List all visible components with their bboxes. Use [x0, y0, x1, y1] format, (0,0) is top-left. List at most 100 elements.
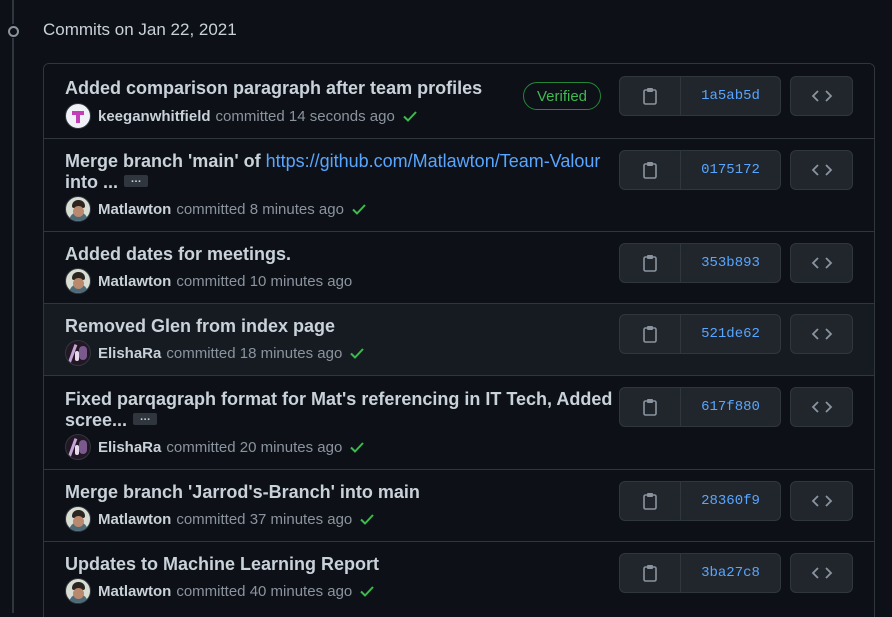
- code-icon: [811, 328, 832, 340]
- commit-meta: Matlawton committed 8 minutes ago: [65, 196, 367, 222]
- commit-sha-link[interactable]: 521de62: [681, 315, 780, 353]
- copy-sha-button[interactable]: [620, 244, 681, 282]
- author-link[interactable]: ElishaRa: [98, 345, 161, 362]
- check-icon[interactable]: [349, 439, 365, 455]
- commit-time: committed 37 minutes ago: [176, 510, 353, 528]
- commit-sha-link[interactable]: 0175172: [681, 151, 780, 189]
- browse-repo-button[interactable]: [790, 553, 853, 593]
- commit-message-link[interactable]: Merge branch 'Jarrod's-Branch' into main: [65, 482, 420, 503]
- code-icon: [811, 90, 832, 102]
- commit-time: committed 20 minutes ago: [166, 438, 343, 456]
- commit-time: committed 40 minutes ago: [176, 582, 353, 600]
- author-link[interactable]: Matlawton: [98, 511, 171, 528]
- expand-message-button[interactable]: …: [133, 412, 158, 426]
- commit-row: Merge branch 'Jarrod's-Branch' into main…: [44, 469, 874, 541]
- commit-message-link[interactable]: Removed Glen from index page: [65, 316, 335, 337]
- code-icon: [811, 401, 832, 413]
- commit-sha-link[interactable]: 28360f9: [681, 482, 780, 520]
- commit-group-title: Commits on Jan 22, 2021: [43, 20, 237, 39]
- code-icon: [811, 567, 832, 579]
- check-icon[interactable]: [349, 345, 365, 361]
- browse-repo-button[interactable]: [790, 243, 853, 283]
- author-link[interactable]: keeganwhitfield: [98, 108, 211, 125]
- timeline-line: [12, 0, 14, 613]
- commit-row: Updates to Machine Learning Report Matla…: [44, 541, 874, 617]
- clipboard-icon: [643, 399, 657, 416]
- commit-meta: Matlawton committed 10 minutes ago: [65, 268, 352, 294]
- commit-row: Fixed parqagraph format for Mat's refere…: [44, 375, 874, 469]
- author-link[interactable]: Matlawton: [98, 201, 171, 218]
- commit-message-url-link[interactable]: https://github.com/Matlawton/Team-Valour: [266, 151, 601, 171]
- browse-repo-button[interactable]: [790, 150, 853, 190]
- commit-row: Added dates for meetings. Matlawton comm…: [44, 231, 874, 303]
- clipboard-icon: [643, 493, 657, 510]
- commit-message-link[interactable]: Added dates for meetings.: [65, 244, 291, 265]
- commit-meta: Matlawton committed 37 minutes ago: [65, 506, 375, 532]
- commit-message-text[interactable]: Merge branch 'main' of: [65, 151, 266, 171]
- author-link[interactable]: Matlawton: [98, 273, 171, 290]
- author-link[interactable]: Matlawton: [98, 583, 171, 600]
- sha-button-group: 3ba27c8: [619, 553, 781, 593]
- avatar[interactable]: [65, 268, 91, 294]
- commit-meta: keeganwhitfield committed 14 seconds ago: [65, 103, 418, 129]
- browse-repo-button[interactable]: [790, 481, 853, 521]
- sha-button-group: 0175172: [619, 150, 781, 190]
- clipboard-icon: [643, 565, 657, 582]
- check-icon[interactable]: [402, 108, 418, 124]
- copy-sha-button[interactable]: [620, 315, 681, 353]
- copy-sha-button[interactable]: [620, 151, 681, 189]
- commit-message-link[interactable]: Fixed parqagraph format for Mat's refere…: [65, 389, 612, 410]
- commit-time: committed 18 minutes ago: [166, 344, 343, 362]
- commit-time: committed 10 minutes ago: [176, 272, 353, 290]
- commit-row: Removed Glen from index page ElishaRa co…: [44, 303, 874, 375]
- avatar[interactable]: [65, 506, 91, 532]
- clipboard-icon: [643, 162, 657, 179]
- sha-button-group: 1a5ab5d: [619, 76, 781, 116]
- verified-badge[interactable]: Verified: [523, 82, 601, 110]
- check-icon[interactable]: [359, 511, 375, 527]
- author-link[interactable]: ElishaRa: [98, 439, 161, 456]
- git-commit-icon: [4, 24, 22, 38]
- commit-meta: ElishaRa committed 18 minutes ago: [65, 340, 365, 366]
- copy-sha-button[interactable]: [620, 77, 681, 115]
- clipboard-icon: [643, 255, 657, 272]
- browse-repo-button[interactable]: [790, 387, 853, 427]
- avatar[interactable]: [65, 103, 91, 129]
- avatar[interactable]: [65, 434, 91, 460]
- commit-message-continued[interactable]: into ...: [65, 172, 118, 192]
- commit-sha-link[interactable]: 353b893: [681, 244, 780, 282]
- expand-message-button[interactable]: …: [124, 174, 148, 188]
- browse-repo-button[interactable]: [790, 314, 853, 354]
- avatar[interactable]: [65, 340, 91, 366]
- commit-meta: ElishaRa committed 20 minutes ago: [65, 434, 365, 460]
- sha-button-group: 617f880: [619, 387, 781, 427]
- commit-message-link[interactable]: Merge branch 'main' of https://github.co…: [65, 151, 600, 172]
- clipboard-icon: [643, 88, 657, 105]
- browse-repo-button[interactable]: [790, 76, 853, 116]
- code-icon: [811, 257, 832, 269]
- sha-button-group: 353b893: [619, 243, 781, 283]
- commit-time: committed 14 seconds ago: [215, 107, 395, 125]
- check-icon[interactable]: [351, 201, 367, 217]
- avatar[interactable]: [65, 196, 91, 222]
- commit-sha-link[interactable]: 617f880: [681, 388, 780, 426]
- code-icon: [811, 495, 832, 507]
- commit-time: committed 8 minutes ago: [176, 200, 344, 218]
- avatar[interactable]: [65, 578, 91, 604]
- code-icon: [811, 164, 832, 176]
- commit-message-line2: into ... …: [65, 172, 148, 193]
- commit-meta: Matlawton committed 40 minutes ago: [65, 578, 375, 604]
- copy-sha-button[interactable]: [620, 554, 681, 592]
- check-icon[interactable]: [359, 583, 375, 599]
- copy-sha-button[interactable]: [620, 482, 681, 520]
- copy-sha-button[interactable]: [620, 388, 681, 426]
- commit-sha-link[interactable]: 1a5ab5d: [681, 77, 780, 115]
- commit-message-continued[interactable]: scree...: [65, 410, 127, 430]
- clipboard-icon: [643, 326, 657, 343]
- commit-message-link[interactable]: Updates to Machine Learning Report: [65, 554, 379, 575]
- commit-row: Merge branch 'main' of https://github.co…: [44, 138, 874, 231]
- commit-list: Added comparison paragraph after team pr…: [43, 63, 875, 617]
- commit-message-link[interactable]: Added comparison paragraph after team pr…: [65, 78, 482, 99]
- commit-sha-link[interactable]: 3ba27c8: [681, 554, 780, 592]
- commit-row: Added comparison paragraph after team pr…: [44, 64, 874, 138]
